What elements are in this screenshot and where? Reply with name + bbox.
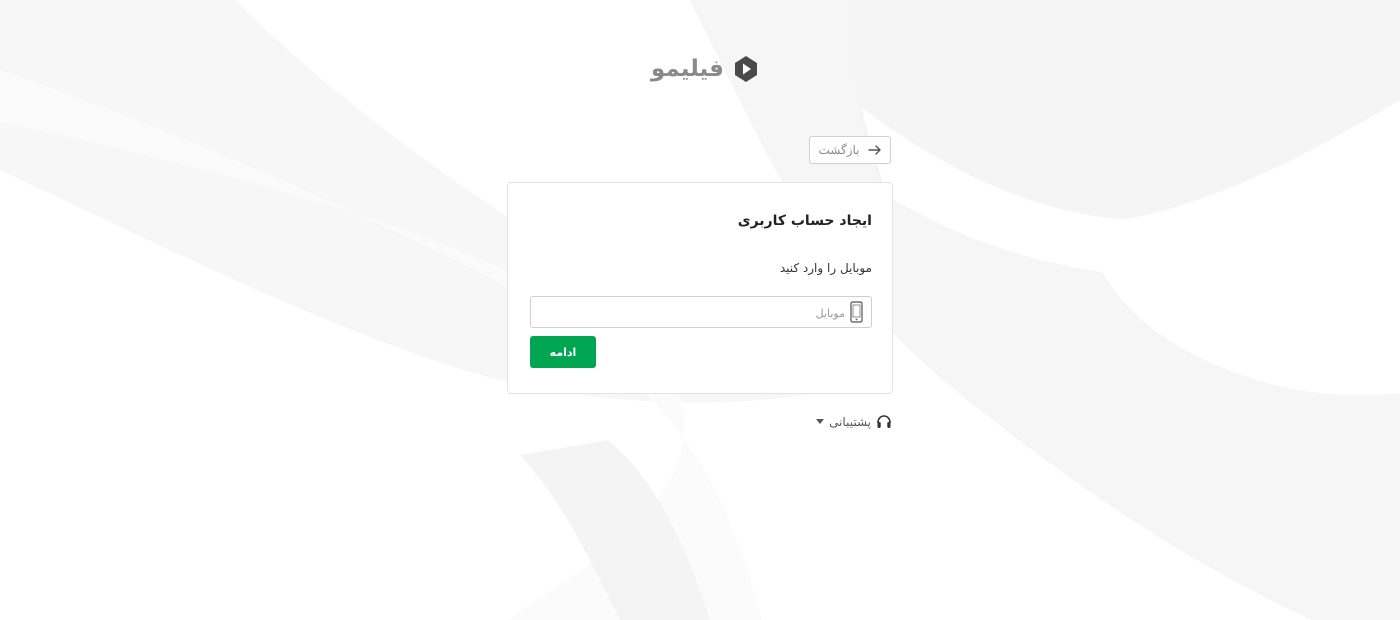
- login-page: فیلیمو بازگشت ایجاد حساب کاربری موبایل ر…: [0, 0, 1400, 620]
- caret-down-icon: [816, 419, 825, 424]
- mobile-phone-icon: [850, 301, 863, 323]
- signup-title: ایجاد حساب کاربری: [737, 213, 872, 229]
- back-button[interactable]: بازگشت: [809, 136, 891, 164]
- play-logo-icon: [735, 56, 757, 82]
- signup-card: ایجاد حساب کاربری موبایل را وارد کنید اد…: [507, 182, 893, 394]
- headset-icon: [877, 415, 891, 428]
- brand-name: فیلیمو: [650, 55, 724, 82]
- arrow-right-icon: [867, 145, 881, 155]
- support-label: پشتیبانی: [829, 415, 871, 429]
- continue-button[interactable]: ادامه: [530, 336, 596, 368]
- filimo-logo[interactable]: فیلیمو: [640, 50, 760, 88]
- back-button-label: بازگشت: [818, 143, 860, 157]
- mobile-field[interactable]: [530, 296, 872, 328]
- support-dropdown[interactable]: پشتیبانی: [816, 412, 892, 432]
- mobile-input[interactable]: [585, 303, 845, 323]
- mobile-instruction: موبایل را وارد کنید: [779, 261, 872, 275]
